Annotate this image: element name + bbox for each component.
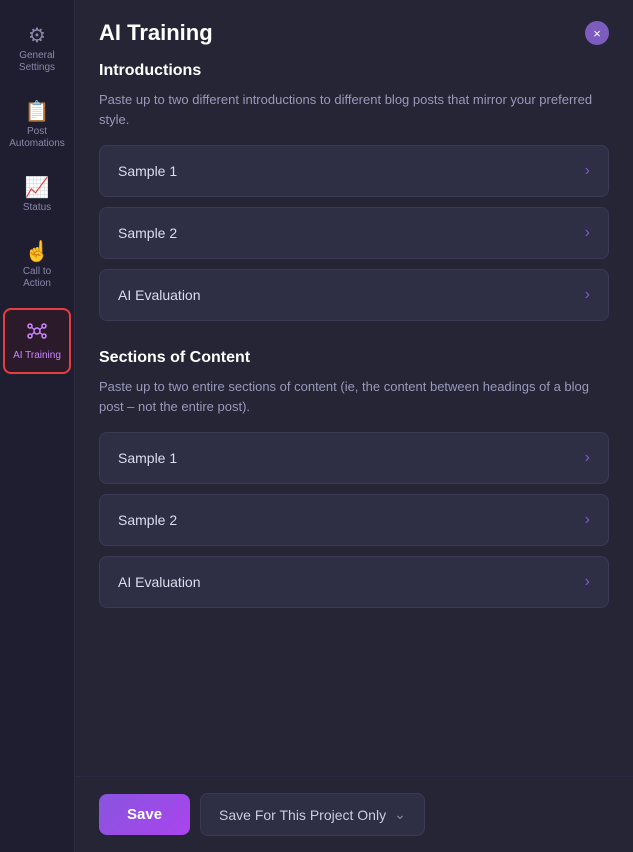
save-button[interactable]: Save (99, 794, 190, 835)
intro-sample1-label: Sample 1 (118, 163, 177, 179)
sidebar-item-label: Status (23, 202, 51, 214)
sidebar: ⚙ General Settings 📋 Post Automations 📈 … (0, 0, 75, 852)
intro-ai-evaluation-label: AI Evaluation (118, 287, 201, 303)
sections-ai-evaluation-label: AI Evaluation (118, 574, 201, 590)
sections-title: Sections of Content (99, 349, 609, 367)
sections-sample1-item[interactable]: Sample 1 › (99, 432, 609, 484)
chevron-right-icon: › (585, 573, 590, 591)
sidebar-item-general-settings[interactable]: ⚙ General Settings (3, 16, 71, 84)
sidebar-item-post-automations[interactable]: 📋 Post Automations (3, 92, 71, 160)
sidebar-item-ai-training[interactable]: AI Training (3, 308, 71, 374)
post-automations-icon: 📋 (25, 102, 50, 122)
sections-description: Paste up to two entire sections of conte… (99, 377, 609, 416)
sidebar-item-label: Call to Action (9, 266, 65, 290)
intro-sample2-item[interactable]: Sample 2 › (99, 207, 609, 259)
sections-sample2-item[interactable]: Sample 2 › (99, 494, 609, 546)
chevron-right-icon: › (585, 224, 590, 242)
introductions-description: Paste up to two different introductions … (99, 90, 609, 129)
chevron-down-icon: ⌄ (394, 806, 406, 823)
close-button[interactable]: × (585, 21, 609, 45)
sections-ai-evaluation-item[interactable]: AI Evaluation › (99, 556, 609, 608)
chevron-right-icon: › (585, 286, 590, 304)
status-icon: 📈 (25, 178, 50, 198)
intro-sample2-label: Sample 2 (118, 225, 177, 241)
main-panel: AI Training × Introductions Paste up to … (75, 0, 633, 852)
intro-sample1-item[interactable]: Sample 1 › (99, 145, 609, 197)
save-for-project-button[interactable]: Save For This Project Only ⌄ (200, 793, 425, 836)
sidebar-item-call-to-action[interactable]: ☝ Call to Action (3, 232, 71, 300)
call-to-action-icon: ☝ (25, 242, 50, 262)
chevron-right-icon: › (585, 162, 590, 180)
gear-icon: ⚙ (28, 26, 46, 46)
sections-of-content-section: Sections of Content Paste up to two enti… (99, 349, 609, 608)
introductions-section: Introductions Paste up to two different … (99, 62, 609, 321)
chevron-right-icon: › (585, 449, 590, 467)
chevron-right-icon: › (585, 511, 590, 529)
sidebar-item-label: General Settings (9, 50, 65, 74)
save-project-label: Save For This Project Only (219, 807, 386, 823)
sections-sample1-label: Sample 1 (118, 450, 177, 466)
sidebar-item-label: AI Training (13, 350, 61, 362)
page-title: AI Training (99, 20, 213, 46)
sections-sample2-label: Sample 2 (118, 512, 177, 528)
introductions-title: Introductions (99, 62, 609, 80)
main-header: AI Training × (75, 0, 633, 62)
sidebar-item-label: Post Automations (9, 126, 65, 150)
intro-ai-evaluation-item[interactable]: AI Evaluation › (99, 269, 609, 321)
footer: Save Save For This Project Only ⌄ (75, 776, 633, 852)
ai-training-icon (26, 320, 48, 346)
sidebar-item-status[interactable]: 📈 Status (3, 168, 71, 224)
main-body: Introductions Paste up to two different … (75, 62, 633, 852)
